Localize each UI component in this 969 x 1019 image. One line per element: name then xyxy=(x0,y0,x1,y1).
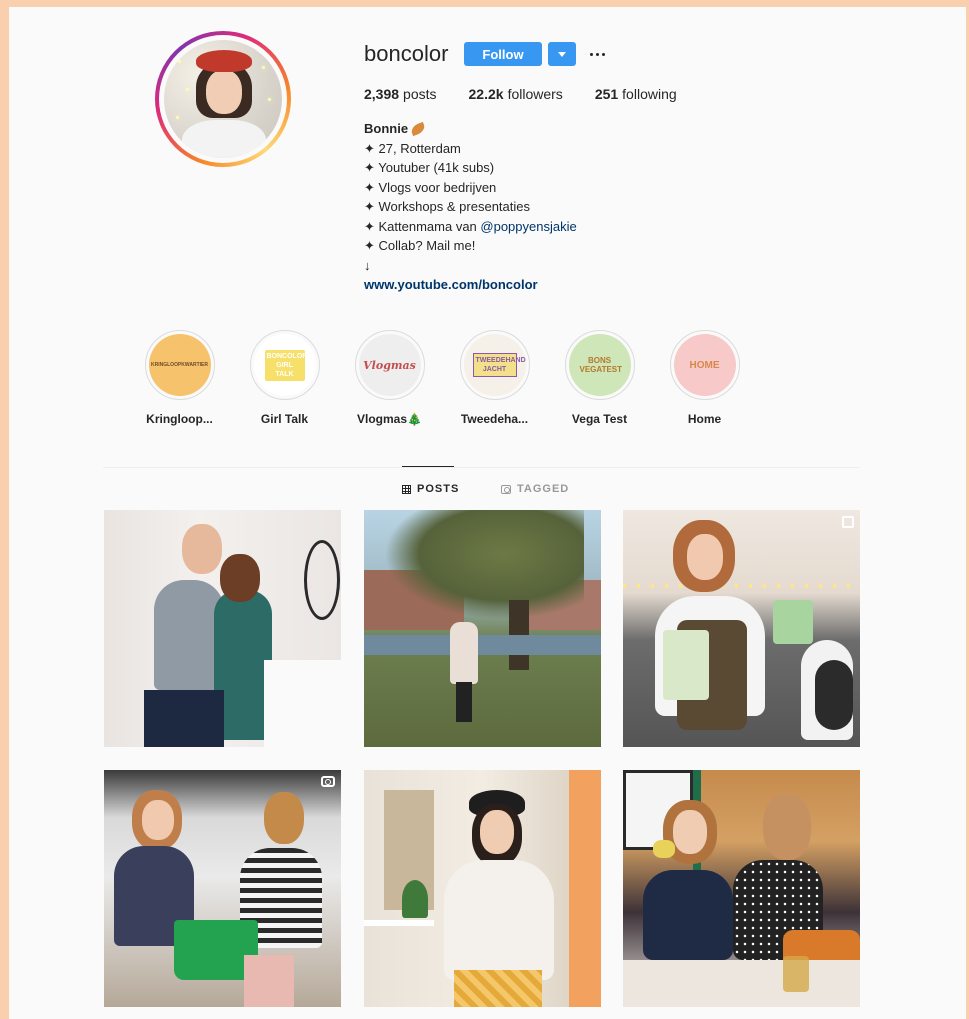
highlight-cover: HOME xyxy=(673,334,736,396)
highlight-cover: TWEEDEHANDS JACHT xyxy=(463,334,526,396)
highlight-item[interactable]: Vlogmas Vlogmas🎄 xyxy=(337,330,442,426)
highlight-cover: BONS VEGATEST xyxy=(568,334,631,396)
tagged-icon xyxy=(501,484,511,494)
profile-avatar[interactable] xyxy=(155,31,291,167)
video-icon xyxy=(321,776,335,787)
bio-line: ✦ 27, Rotterdam xyxy=(364,140,461,156)
highlight-item[interactable]: BONCOLOR GIRL TALK Girl Talk xyxy=(232,330,337,426)
bio-line: ✦ Collab? Mail me! xyxy=(364,238,476,253)
story-highlights: KRINGLOOPKWARTIER Kringloop... BONCOLOR … xyxy=(127,330,757,426)
bio-line: ✦ Workshops & presentaties xyxy=(364,199,531,214)
more-options-button[interactable] xyxy=(587,42,607,66)
username: boncolor xyxy=(364,41,449,66)
highlight-cover: Vlogmas xyxy=(358,334,421,396)
post-thumbnail[interactable] xyxy=(364,770,601,1007)
bio-line: ✦ Youtuber (41k subs) xyxy=(364,160,495,175)
avatar-photo xyxy=(164,40,282,158)
arrow-down-icon: ↓ xyxy=(364,257,371,273)
post-thumbnail[interactable] xyxy=(104,770,341,1007)
active-tab-indicator xyxy=(402,466,454,467)
profile-stats: 2,398 posts 22.2k followers 251 followin… xyxy=(364,86,709,102)
tab-posts[interactable]: POSTS xyxy=(402,483,459,495)
multiple-photos-icon xyxy=(842,516,854,528)
chevron-down-icon xyxy=(558,51,566,57)
follow-button[interactable]: Follow xyxy=(464,42,542,66)
post-thumbnail[interactable] xyxy=(104,510,341,747)
highlight-item[interactable]: BONS VEGATEST Vega Test xyxy=(547,330,652,426)
following-stat[interactable]: 251 following xyxy=(595,86,677,102)
highlight-item[interactable]: KRINGLOOPKWARTIER Kringloop... xyxy=(127,330,232,426)
leaf-icon xyxy=(409,121,427,137)
profile-page: boncolor Follow 2,398 posts 22.2k follow… xyxy=(9,7,966,1019)
post-thumbnail[interactable] xyxy=(364,510,601,747)
highlight-label: Tweedeha... xyxy=(460,412,529,426)
mention-link[interactable]: @poppyensjakie xyxy=(480,219,576,234)
highlight-label: Kringloop... xyxy=(146,412,213,426)
post-thumbnail[interactable] xyxy=(623,770,860,1007)
highlight-label: Girl Talk xyxy=(260,412,309,426)
bio-line: ✦ Vlogs voor bedrijven xyxy=(364,179,497,195)
highlight-label: Vega Test xyxy=(571,412,628,426)
highlight-cover: BONCOLOR GIRL TALK xyxy=(253,334,316,396)
highlight-item[interactable]: HOME Home xyxy=(652,330,757,426)
profile-name: Bonnie xyxy=(364,121,409,136)
post-thumbnail[interactable] xyxy=(623,510,860,747)
website-link[interactable]: www.youtube.com/boncolor xyxy=(364,275,577,295)
suggested-dropdown-button[interactable] xyxy=(548,42,576,66)
profile-bio: Bonnie ✦ 27, Rotterdam ✦ Youtuber (41k s… xyxy=(364,119,577,295)
tabs-divider xyxy=(103,467,860,468)
highlight-label: Home xyxy=(687,412,722,426)
highlight-label: Vlogmas🎄 xyxy=(357,412,422,426)
grid-icon xyxy=(402,484,411,494)
highlight-cover: KRINGLOOPKWARTIER xyxy=(148,334,211,396)
tab-tagged[interactable]: TAGGED xyxy=(501,483,569,495)
posts-stat: 2,398 posts xyxy=(364,86,437,102)
followers-stat[interactable]: 22.2k followers xyxy=(469,86,563,102)
highlight-item[interactable]: TWEEDEHANDS JACHT Tweedeha... xyxy=(442,330,547,426)
